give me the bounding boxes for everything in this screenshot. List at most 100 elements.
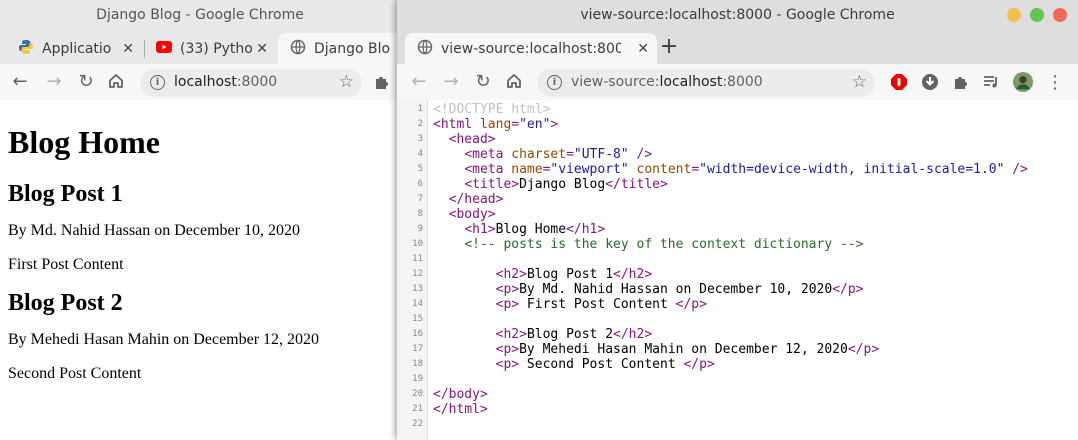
line-number: 4	[417, 149, 423, 159]
line-number: 22	[412, 419, 423, 429]
source-line: 6 <title>Django Blog</title>	[397, 177, 1078, 192]
line-number: 19	[412, 374, 423, 384]
url-text: localhost:8000	[174, 74, 278, 90]
source-code: <html lang="en">	[433, 117, 559, 132]
forward-arrow-icon[interactable]: →	[441, 72, 461, 92]
line-number: 6	[417, 179, 423, 189]
source-line: 1 <!DOCTYPE html>	[397, 102, 1078, 117]
line-number: 13	[412, 284, 423, 294]
maximize-button[interactable]	[1030, 8, 1044, 22]
source-line: 4 <meta charset="UTF-8" />	[397, 147, 1078, 162]
line-number: 11	[412, 254, 423, 264]
address-bar[interactable]: i localhost:8000 ☆	[140, 69, 362, 97]
line-number: 14	[412, 299, 423, 309]
source-line: 22	[397, 417, 1078, 432]
source-line: 18 <p> Second Post Content </p>	[397, 357, 1078, 372]
source-code: </head>	[448, 192, 504, 207]
window-title-bar[interactable]: Django Blog - Google Chrome	[0, 0, 400, 31]
left-browser-window: Django Blog - Google Chrome Applicatio ✕…	[0, 0, 400, 440]
globe-icon	[290, 39, 306, 59]
line-number: 7	[417, 194, 423, 204]
post-byline: By Mehedi Hasan Mahin on December 12, 20…	[8, 331, 320, 348]
close-window-button[interactable]	[1053, 8, 1067, 22]
source-line: 10 <!-- posts is the key of the context …	[397, 237, 1078, 252]
bookmark-star-icon[interactable]: ☆	[852, 72, 867, 92]
youtube-icon	[156, 40, 172, 57]
source-line: 14 <p> First Post Content </p>	[397, 297, 1078, 312]
post-content: First Post Content	[8, 256, 124, 273]
source-line: 12 <h2>Blog Post 1</h2>	[397, 267, 1078, 282]
new-tab-plus-icon[interactable]: +	[659, 36, 679, 58]
source-code: <!-- posts is the key of the context dic…	[464, 237, 864, 252]
source-code: <meta charset="UTF-8" />	[464, 147, 653, 162]
minimize-button[interactable]	[1007, 8, 1021, 22]
address-bar[interactable]: i view-source:localhost:8000 ☆	[537, 69, 875, 97]
source-code: <h2>Blog Post 1</h2>	[495, 267, 653, 282]
source-code: <!DOCTYPE html>	[433, 102, 551, 117]
source-line: 16 <h2>Blog Post 2</h2>	[397, 327, 1078, 342]
source-line: 21 </html>	[397, 402, 1078, 417]
page-viewport: Blog Home Blog Post 1 By Md. Nahid Hassa…	[0, 100, 400, 440]
post-content: Second Post Content	[8, 365, 142, 382]
window-title: view-source:localhost:8000 - Google Chro…	[580, 7, 895, 23]
bookmark-star-icon[interactable]: ☆	[339, 72, 354, 92]
tab-youtube[interactable]: (33) Pytho ✕	[146, 33, 274, 64]
tab-django-blog[interactable]: Django Blo	[278, 33, 400, 64]
source-code: <meta name="viewport" content="width=dev…	[464, 162, 1028, 177]
source-code: <p>By Mehedi Hasan Mahin on December 12,…	[495, 342, 880, 357]
source-line: 20 </body>	[397, 387, 1078, 402]
url-text: view-source:localhost:8000	[571, 74, 763, 90]
source-code: <p>By Md. Nahid Hassan on December 10, 2…	[495, 282, 864, 297]
tab-application[interactable]: Applicatio ✕	[10, 33, 140, 64]
adblock-icon[interactable]	[889, 72, 909, 92]
window-title: Django Blog - Google Chrome	[96, 7, 304, 23]
close-tab-icon[interactable]: ✕	[122, 41, 134, 57]
source-code: <head>	[448, 132, 496, 147]
source-line: 15	[397, 312, 1078, 327]
source-code: <h1>Blog Home</h1>	[464, 222, 606, 237]
source-line: 17 <p>By Mehedi Hasan Mahin on December …	[397, 342, 1078, 357]
back-arrow-icon[interactable]: ←	[10, 72, 30, 92]
line-number: 10	[412, 239, 423, 249]
forward-arrow-icon[interactable]: →	[44, 72, 64, 92]
source-line: 5 <meta name="viewport" content="width=d…	[397, 162, 1078, 177]
source-line: 8 <body>	[397, 207, 1078, 222]
tab-label: Django Blo	[314, 40, 391, 57]
post-title: Blog Post 1	[8, 181, 123, 207]
extensions-puzzle-icon[interactable]	[372, 72, 392, 92]
more-menu-icon[interactable]: ⋮	[1045, 72, 1065, 93]
info-icon[interactable]: i	[150, 75, 165, 90]
window-title-bar[interactable]: view-source:localhost:8000 - Google Chro…	[397, 0, 1078, 31]
line-number: 9	[417, 224, 423, 234]
python-icon	[18, 39, 34, 59]
tab-label: Applicatio	[42, 40, 112, 57]
close-tab-icon[interactable]: ✕	[256, 41, 268, 57]
tab-strip: view-source:localhost:800 ✕ +	[397, 31, 1078, 64]
tab-label: view-source:localhost:800	[441, 40, 621, 57]
source-line: 11	[397, 252, 1078, 267]
extensions-puzzle-icon[interactable]	[951, 72, 971, 92]
close-tab-icon[interactable]: ✕	[637, 41, 649, 57]
source-line: 3 <head>	[397, 132, 1078, 147]
avatar[interactable]	[1013, 72, 1033, 92]
source-code: </body>	[433, 387, 488, 402]
download-circle-icon[interactable]	[920, 72, 940, 92]
source-line: 9 <h1>Blog Home</h1>	[397, 222, 1078, 237]
media-queue-icon[interactable]	[981, 72, 1001, 92]
reload-icon[interactable]: ↻	[76, 72, 96, 92]
info-icon[interactable]: i	[547, 75, 562, 90]
home-icon[interactable]	[106, 72, 126, 92]
source-code: <body>	[448, 207, 496, 222]
line-number: 3	[417, 134, 423, 144]
line-number: 16	[412, 329, 423, 339]
back-arrow-icon[interactable]: ←	[409, 72, 429, 92]
tab-view-source[interactable]: view-source:localhost:800 ✕	[405, 33, 657, 64]
tab-strip: Applicatio ✕ (33) Pytho ✕ Django Blo	[0, 31, 400, 64]
tab-label: (33) Pytho	[180, 40, 253, 57]
line-number: 17	[412, 344, 423, 354]
line-number: 18	[412, 359, 423, 369]
line-number: 8	[417, 209, 423, 219]
source-line: 7 </head>	[397, 192, 1078, 207]
reload-icon[interactable]: ↻	[473, 72, 493, 92]
home-icon[interactable]	[504, 72, 524, 92]
